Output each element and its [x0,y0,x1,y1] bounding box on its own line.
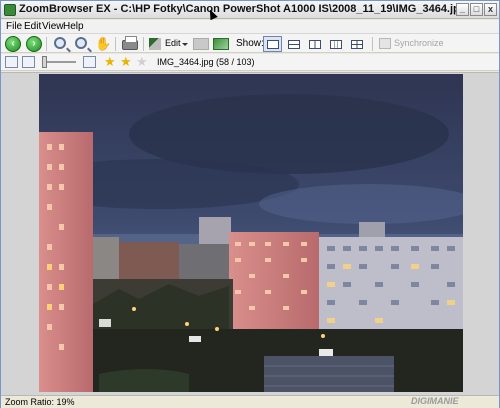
arrow-left-icon[interactable]: ‹ [5,36,21,52]
zoom-slider-track [46,61,76,63]
printer-icon[interactable] [122,36,138,50]
view-single-button[interactable] [263,36,282,52]
toolbar-separator [372,37,373,51]
app-icon [4,4,16,16]
zoom-ratio-label: Zoom Ratio: 19% [5,397,75,407]
zoom-out-icon[interactable] [75,37,87,49]
rating-star-3-icon[interactable]: ★ [136,54,148,70]
toolbar-separator [115,37,116,51]
edit-label: Edit [165,38,181,48]
title-bar: ZoomBrowser EX - C:\HP Fotky\Canon Power… [1,1,499,19]
toolbar-separator [46,37,47,51]
fit-window-icon[interactable] [5,56,18,68]
export-icon[interactable] [213,38,229,50]
rating-star-1-icon[interactable]: ★ [104,54,116,70]
view-horizontal-split-button[interactable] [284,36,303,52]
menu-bar: File Edit View Help [1,20,499,33]
close-button[interactable]: x [484,3,497,16]
sync-icon [379,38,391,49]
edit-button[interactable]: Edit [149,36,188,52]
view-triple-button[interactable] [326,36,345,52]
show-label: Show: [236,38,264,49]
minimize-button[interactable]: _ [456,3,469,16]
chevron-down-icon [182,43,188,46]
hand-icon[interactable]: ✋ [95,36,111,52]
menu-view[interactable]: View [42,20,64,33]
secondary-toolbar: ★ ★ ★ IMG_3464.jpg (58 / 103) [1,54,499,71]
main-toolbar: ‹ › ✋ Edit Show: Synchronize [1,33,499,53]
toolbar-separator [143,37,144,51]
synchronize-button: Synchronize [394,38,444,48]
view-quad-button[interactable] [347,36,366,52]
maximize-button[interactable]: □ [470,3,483,16]
app-window: ZoomBrowser EX - C:\HP Fotky\Canon Power… [0,0,500,408]
status-bar: Zoom Ratio: 19% DIGIMANIE [1,395,499,408]
disabled-tool-icon [193,38,209,50]
actual-size-icon[interactable] [22,56,35,68]
arrow-right-icon[interactable]: › [26,36,42,52]
menu-edit[interactable]: Edit [24,20,41,33]
image-properties-icon[interactable] [83,56,96,68]
zoom-slider-thumb[interactable] [42,56,47,68]
file-name-label: IMG_3464.jpg (58 / 103) [157,57,255,67]
photo-image [39,74,463,392]
pencil-icon [149,38,161,50]
image-viewer[interactable] [1,72,499,395]
view-vertical-split-button[interactable] [305,36,324,52]
rating-star-2-icon[interactable]: ★ [120,54,132,70]
menu-file[interactable]: File [6,20,22,33]
menu-help[interactable]: Help [63,20,84,33]
window-title: ZoomBrowser EX - C:\HP Fotky\Canon Power… [19,3,467,15]
zoom-in-icon[interactable] [54,37,66,49]
watermark-logo: DIGIMANIE [411,396,459,406]
